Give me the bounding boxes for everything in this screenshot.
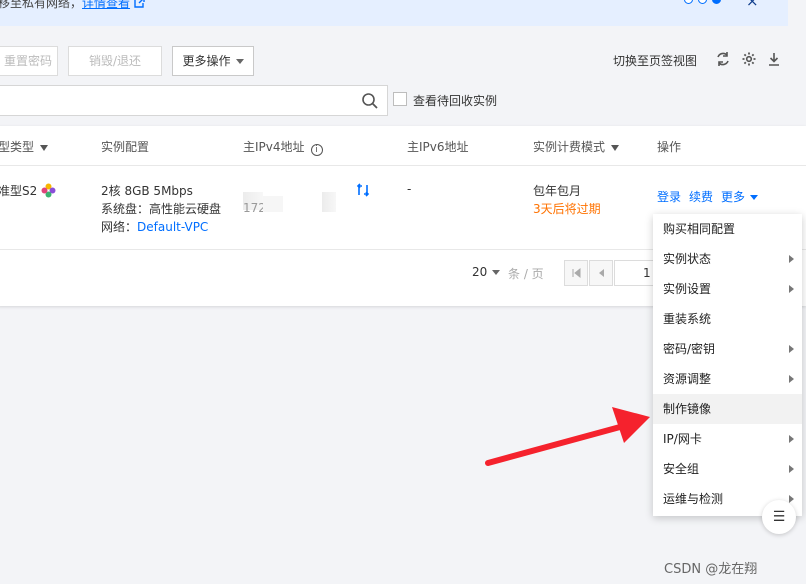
floating-menu-button[interactable]: ☰ — [762, 500, 796, 534]
more-actions-menu: 购买相同配置 实例状态 实例设置 重装系统 密码/密钥 资源调整 制作镜像 IP… — [653, 214, 802, 516]
search-input[interactable] — [0, 85, 388, 116]
destroy-return-button[interactable]: 销毁/退还 — [68, 46, 162, 76]
row-config-spec: 2核 8GB 5Mbps — [101, 184, 193, 198]
chevron-down-icon — [492, 270, 501, 275]
header-instance-type[interactable]: 型类型 — [0, 138, 49, 155]
first-page-icon — [572, 267, 581, 279]
chevron-down-icon — [235, 59, 244, 64]
more-actions-dropdown[interactable]: 更多操作 — [172, 46, 254, 76]
page-size-select[interactable]: 20 — [472, 265, 501, 279]
info-icon[interactable]: i — [310, 144, 323, 156]
chevron-right-icon — [789, 465, 794, 473]
swap-ip-icon[interactable] — [356, 183, 370, 197]
header-operations: 操作 — [657, 140, 682, 154]
chevron-left-icon — [599, 269, 604, 277]
redacted-ip — [322, 192, 336, 212]
gear-icon[interactable] — [741, 50, 757, 68]
renew-link[interactable]: 续费 — [689, 188, 713, 205]
page-size-unit: 条 / 页 — [508, 267, 544, 281]
notice-banner: 移至私有网络，详情查看 × — [0, 0, 788, 26]
menu-item-ip-nic[interactable]: IP/网卡 — [653, 424, 802, 454]
chevron-right-icon — [789, 435, 794, 443]
carousel-dot[interactable] — [698, 0, 707, 4]
download-icon[interactable] — [766, 50, 782, 68]
menu-item-security-group[interactable]: 安全组 — [653, 454, 802, 484]
search-icon[interactable] — [361, 92, 379, 110]
first-page-button[interactable] — [564, 260, 588, 286]
menu-item-password-key[interactable]: 密码/密钥 — [653, 334, 802, 364]
header-billing-mode[interactable]: 实例计费模式 — [533, 138, 620, 155]
login-link[interactable]: 登录 — [657, 188, 681, 205]
chevron-right-icon — [789, 495, 794, 503]
filter-icon[interactable] — [40, 144, 49, 151]
redacted-ip — [263, 196, 283, 212]
external-link-icon[interactable] — [134, 0, 145, 8]
watermark: CSDN @龙在翔 — [664, 562, 758, 577]
header-instance-config: 实例配置 — [101, 140, 150, 154]
menu-item-instance-status[interactable]: 实例状态 — [653, 244, 802, 274]
chevron-down-icon — [750, 195, 759, 200]
more-ops-link[interactable]: 更多 — [721, 188, 759, 205]
menu-item-buy-same-config[interactable]: 购买相同配置 — [653, 214, 802, 244]
row-config-network: 网络：Default-VPC — [101, 220, 209, 234]
header-ipv6: 主IPv6地址 — [407, 140, 469, 154]
switch-tab-view-link[interactable]: 切换至页签视图 — [613, 52, 697, 69]
chevron-right-icon — [789, 375, 794, 383]
reset-password-button[interactable]: 重置密码 — [0, 46, 58, 76]
row-instance-type: 准型S2 — [0, 182, 56, 199]
header-divider — [0, 165, 806, 166]
menu-item-create-image[interactable]: 制作镜像 — [653, 394, 802, 424]
carousel-dot[interactable] — [684, 0, 693, 4]
filter-icon[interactable] — [611, 144, 620, 151]
banner-carousel-dots — [684, 0, 721, 4]
vpc-link[interactable]: Default-VPC — [137, 220, 208, 234]
close-icon[interactable]: × — [746, 0, 759, 10]
menu-item-reinstall-system[interactable]: 重装系统 — [653, 304, 802, 334]
chevron-right-icon — [789, 285, 794, 293]
refresh-icon[interactable] — [715, 50, 731, 68]
prev-page-button[interactable] — [589, 260, 613, 286]
chevron-right-icon — [789, 345, 794, 353]
recycle-checkbox-label: 查看待回收实例 — [413, 94, 498, 108]
badge-icon — [41, 183, 56, 198]
row-billing-mode: 包年包月 — [533, 184, 582, 198]
banner-detail-link[interactable]: 详情查看 — [82, 0, 130, 10]
recycle-checkbox[interactable] — [393, 92, 407, 106]
red-annotation-arrow — [485, 407, 650, 466]
page-number-input[interactable]: 1 — [614, 260, 658, 286]
menu-item-resource-adjust[interactable]: 资源调整 — [653, 364, 802, 394]
menu-item-instance-settings[interactable]: 实例设置 — [653, 274, 802, 304]
row-config-disk: 系统盘：高性能云硬盘 — [101, 202, 222, 216]
row-ipv6: - — [407, 182, 412, 196]
row-expire-warning: 3天后将过期 — [533, 202, 601, 216]
chevron-right-icon — [789, 255, 794, 263]
banner-text: 移至私有网络，详情查看 — [0, 0, 145, 11]
carousel-dot-active[interactable] — [712, 0, 721, 4]
header-ipv4: 主IPv4地址 i — [243, 138, 323, 156]
